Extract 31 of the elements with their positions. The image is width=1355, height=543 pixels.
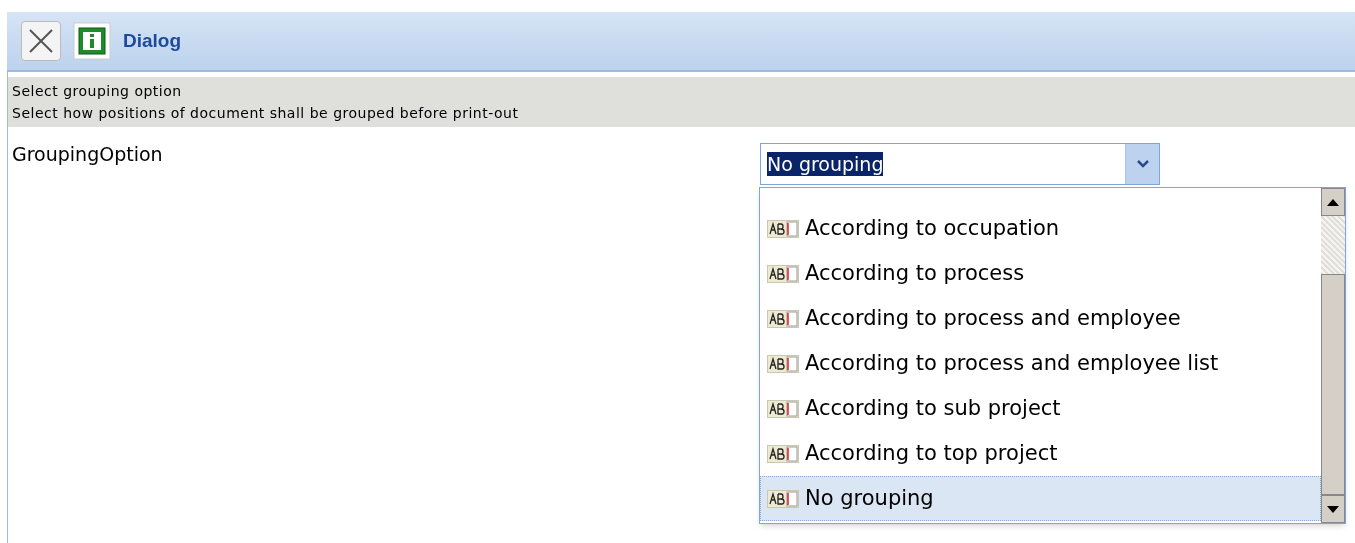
dropdown-option[interactable]: According to sub project [760,386,1321,431]
dropdown-option[interactable]: No grouping [760,476,1321,521]
header-title: Select grouping option [12,82,183,101]
combobox-value: No grouping [767,152,884,176]
scroll-thumb[interactable] [1321,274,1345,495]
text-field-icon [767,399,799,418]
text-field-icon [767,219,799,238]
text-field-icon [767,264,799,283]
close-button[interactable] [21,21,61,61]
close-icon [28,28,54,54]
dropdown-option[interactable]: According to top project [760,431,1321,476]
dropdown-button[interactable] [1125,144,1159,184]
text-field-icon [767,444,799,463]
window-title: Dialog [123,28,182,53]
text-field-icon [767,354,799,373]
header-description: Select how positions of document shall be grouped before print-out [12,104,520,123]
dropdown-option[interactable]: According to occupation [760,206,1321,251]
dropdown-option[interactable]: According to process [760,251,1321,296]
text-field-icon [767,489,799,508]
info-icon [73,22,111,60]
dropdown-option[interactable]: According to process and employee [760,296,1321,341]
down-arrow-icon [1327,505,1339,513]
scroll-up-button[interactable] [1321,188,1345,216]
chevron-icon [1135,159,1150,169]
up-arrow-icon [1327,198,1339,206]
scroll-down-button[interactable] [1321,495,1345,523]
field-label: GroupingOption [12,143,164,167]
grouping-combobox[interactable]: No grouping [760,143,1160,185]
dropdown-option[interactable]: According to process and employee list [760,341,1321,386]
text-field-icon [767,309,799,328]
scrollbar[interactable] [1321,188,1345,523]
